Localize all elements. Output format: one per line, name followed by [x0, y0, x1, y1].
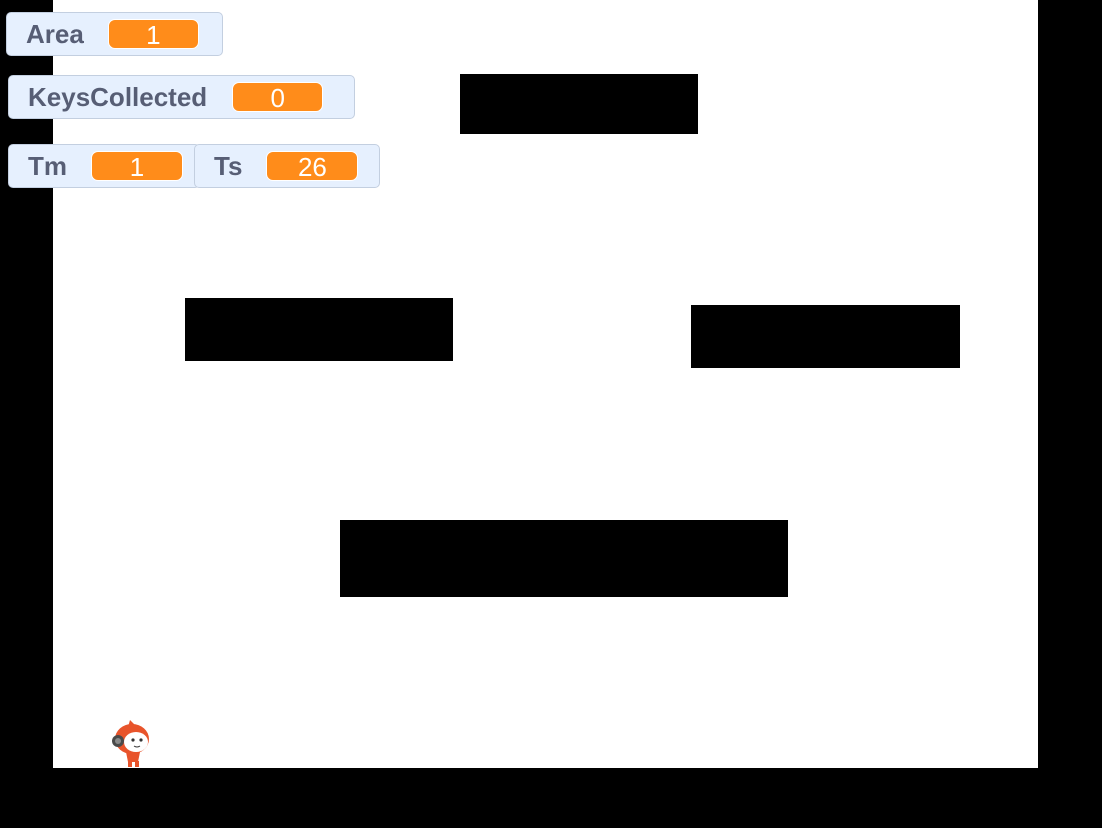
keys-collected-value: 0	[232, 82, 324, 113]
area-monitor: Area 1	[6, 12, 223, 56]
keys-collected-monitor: KeysCollected 0	[8, 75, 355, 119]
tm-label: Tm	[28, 150, 67, 181]
platform-bottom	[340, 520, 788, 597]
ts-monitor: Ts 26	[194, 144, 380, 188]
platform-left	[185, 298, 453, 361]
tm-value: 1	[91, 151, 183, 182]
ts-label: Ts	[214, 150, 243, 181]
platform-right	[691, 305, 960, 368]
area-value: 1	[107, 19, 199, 50]
area-label: Area	[26, 18, 84, 49]
keys-collected-label: KeysCollected	[28, 81, 208, 112]
ts-value: 26	[266, 151, 359, 182]
player-character-icon[interactable]	[110, 718, 154, 768]
platform-top	[460, 74, 698, 134]
tm-monitor: Tm 1	[8, 144, 200, 188]
